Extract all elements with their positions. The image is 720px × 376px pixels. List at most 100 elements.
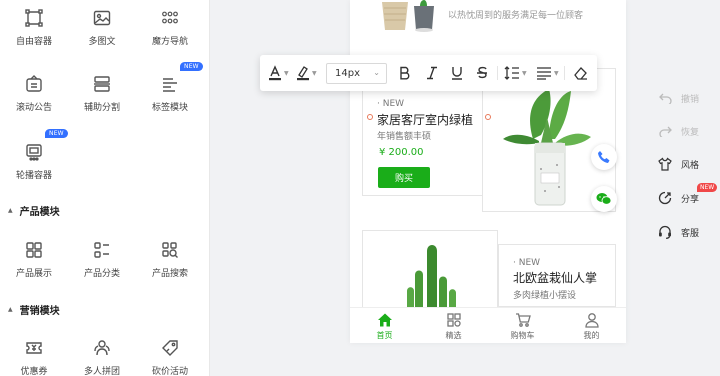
product-card[interactable]: · NEW 北欧盆栽仙人掌 多肉绿植小摆设 — [498, 244, 616, 307]
font-color-button[interactable]: ▼ — [268, 64, 289, 82]
strikethrough-button[interactable] — [476, 64, 488, 82]
product-image-card[interactable] — [362, 230, 498, 311]
toolbar-divider — [564, 66, 565, 80]
comp-product-grid[interactable]: 产品展示 — [0, 236, 68, 288]
shirt-icon — [658, 157, 672, 171]
comp-label: 优惠券 — [20, 367, 48, 376]
comp-carousel[interactable]: 轮播容器 — [0, 138, 68, 190]
cube-nav-icon — [159, 7, 181, 29]
comp-bargain[interactable]: 砍价活动 — [136, 334, 204, 376]
comp-product-category[interactable]: 产品分类 — [68, 236, 136, 288]
customer-service-button[interactable]: 客服 — [658, 225, 699, 239]
cart-icon — [515, 313, 531, 327]
bold-button[interactable] — [399, 64, 411, 82]
toolbar-divider — [497, 66, 498, 80]
comp-label: 产品展示 — [15, 269, 52, 279]
tag-module-icon — [159, 73, 181, 95]
italic-button[interactable] — [426, 64, 438, 82]
banner-image — [378, 0, 438, 32]
clear-format-button[interactable] — [573, 64, 588, 82]
undo-button[interactable]: 撤销 — [658, 91, 699, 105]
font-color-icon — [269, 65, 281, 81]
component-panel: 自由容器 多图文 魔方导航 滚动公告 辅助分割 标签模块 NEW 轮播容器 NE… — [0, 0, 210, 376]
cactus-image — [407, 245, 456, 311]
comp-label: 多人拼团 — [83, 367, 120, 376]
wechat-button[interactable] — [591, 186, 617, 212]
tab-home[interactable]: 首页 — [350, 308, 419, 343]
strikethrough-icon — [477, 66, 487, 79]
product-search-icon — [159, 239, 181, 261]
carousel-icon — [23, 141, 45, 163]
style-button[interactable]: 风格 — [658, 157, 699, 171]
section-marketing-title[interactable]: ▲ 营销模块 — [8, 302, 60, 317]
product-price: ¥ 200.00 — [379, 147, 424, 158]
comp-label: 魔方导航 — [151, 37, 188, 47]
tab-cart[interactable]: 购物车 — [488, 308, 557, 343]
comp-tag-module[interactable]: 标签模块 — [136, 70, 204, 122]
highlight-color-button[interactable]: ▼ — [296, 64, 317, 82]
line-height-icon — [504, 66, 519, 80]
product-grid-icon — [23, 239, 45, 261]
underline-icon — [452, 67, 462, 80]
buy-button[interactable]: 购买 — [378, 167, 430, 188]
selection-handle[interactable] — [485, 114, 491, 120]
notice-icon — [23, 73, 45, 95]
comp-divider[interactable]: 辅助分割 — [68, 70, 136, 122]
user-icon — [584, 313, 599, 328]
selection-handle[interactable] — [367, 114, 373, 120]
comp-notice[interactable]: 滚动公告 — [0, 70, 68, 122]
comp-multi-image-text[interactable]: 多图文 — [68, 4, 136, 56]
rich-text-toolbar: ▼ ▼ 14px ⌄ ▼ ▼ — [260, 55, 597, 91]
comp-cube-nav[interactable]: 魔方导航 — [136, 4, 204, 56]
share-button[interactable]: 分享 — [658, 191, 699, 205]
wechat-icon — [596, 193, 612, 205]
group-buy-icon — [91, 337, 113, 359]
chevron-down-icon: ▼ — [554, 69, 559, 77]
comp-label: 产品搜索 — [151, 269, 188, 279]
section-product-title[interactable]: ▲ 产品模块 — [8, 203, 60, 218]
chevron-down-icon: ▼ — [312, 69, 317, 77]
new-badge: NEW — [180, 62, 203, 71]
comp-group-buy[interactable]: 多人拼团 — [68, 334, 136, 376]
chevron-down-icon: ⌄ — [373, 68, 380, 77]
comp-product-search[interactable]: 产品搜索 — [136, 236, 204, 288]
home-icon — [377, 313, 392, 327]
phone-call-button[interactable] — [591, 144, 617, 170]
new-badge: NEW — [45, 129, 68, 138]
comp-label: 滚动公告 — [15, 103, 52, 113]
text-align-button[interactable]: ▼ — [536, 64, 559, 82]
new-badge: NEW — [697, 183, 718, 192]
comp-free-container[interactable]: 自由容器 — [0, 4, 68, 56]
collapse-caret-icon: ▲ — [8, 306, 13, 313]
product-category-icon — [91, 239, 113, 261]
bargain-icon — [159, 337, 181, 359]
product-title: 家居客厅室内绿植 — [377, 113, 474, 127]
comp-label: 砍价活动 — [151, 367, 188, 376]
line-height-button[interactable]: ▼ — [504, 64, 527, 82]
comp-label: 多图文 — [88, 37, 116, 47]
phone-icon — [598, 151, 610, 163]
font-size-select[interactable]: 14px ⌄ — [326, 63, 387, 84]
italic-icon — [427, 66, 437, 80]
banner-slogan: 以热忱周到的服务满足每一位顾客 — [448, 11, 584, 21]
comp-label: 自由容器 — [15, 37, 52, 47]
bold-icon — [400, 66, 410, 80]
highlighter-icon — [297, 66, 309, 81]
tab-featured[interactable]: 精选 — [419, 308, 488, 343]
underline-button[interactable] — [451, 64, 463, 82]
comp-coupon[interactable]: 优惠券 — [0, 334, 68, 376]
comp-label: 轮播容器 — [15, 171, 52, 181]
product-subtitle: 年销售额丰硕 — [377, 132, 432, 142]
align-icon — [537, 67, 551, 80]
new-tag: · NEW — [377, 99, 405, 109]
redo-button[interactable]: 恢复 — [658, 124, 699, 138]
chevron-down-icon: ▼ — [284, 69, 289, 77]
share-icon — [658, 191, 672, 205]
new-tag: · NEW — [513, 258, 541, 268]
free-container-icon — [23, 7, 45, 29]
divider-icon — [91, 73, 113, 95]
grid-icon — [446, 313, 461, 327]
eraser-icon — [574, 67, 587, 80]
chevron-down-icon: ▼ — [522, 69, 527, 77]
tab-mine[interactable]: 我的 — [557, 308, 626, 343]
